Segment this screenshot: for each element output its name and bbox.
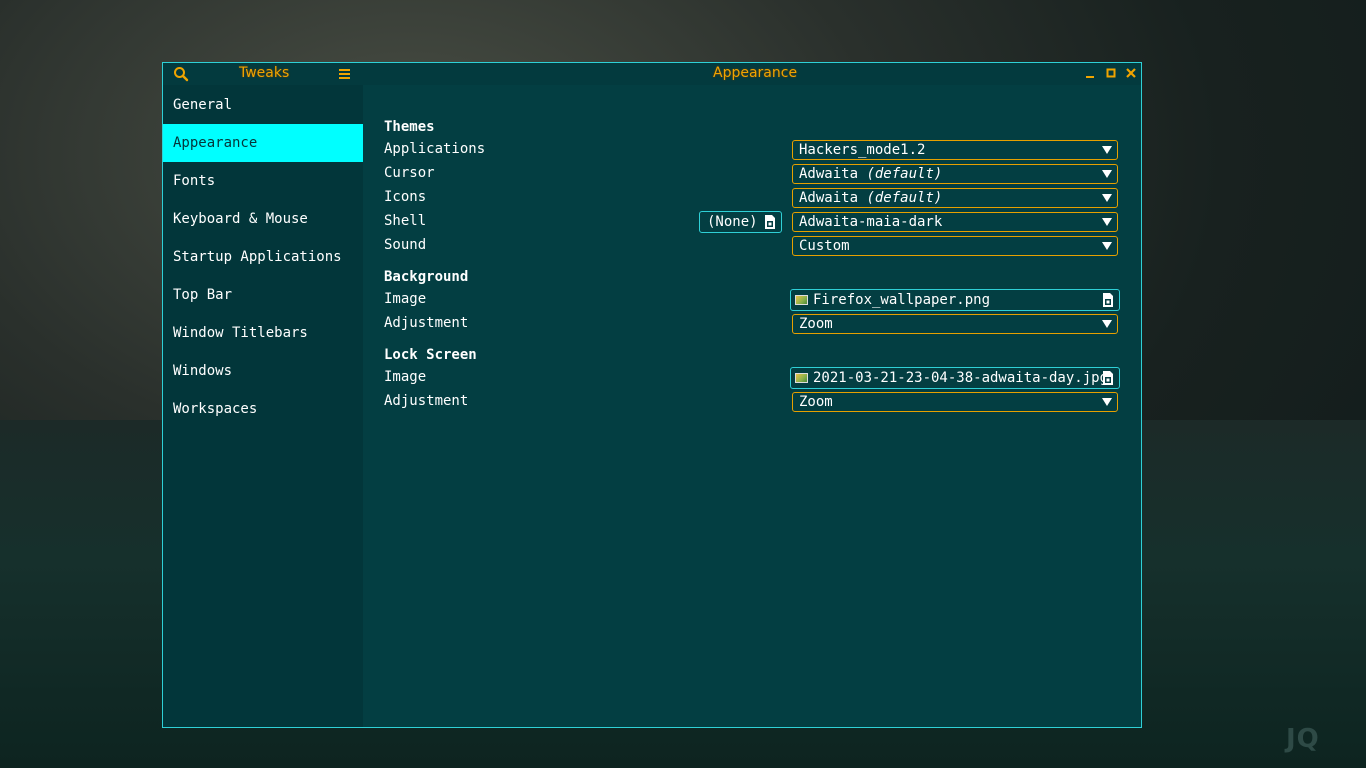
maximize-icon[interactable] — [1106, 68, 1116, 78]
minimize-icon[interactable] — [1085, 69, 1095, 79]
background-adjustment-value: Zoom — [799, 316, 833, 332]
document-open-icon — [1103, 371, 1113, 385]
chevron-down-icon — [1102, 170, 1112, 178]
label-lock-screen-image: Image — [384, 369, 427, 385]
shell-theme-dropdown[interactable]: Adwaita-maia-dark — [792, 212, 1118, 232]
sidebar-item-appearance[interactable]: Appearance — [163, 124, 363, 162]
sidebar-item-top-bar[interactable]: Top Bar — [163, 276, 363, 314]
image-thumbnail-icon — [795, 373, 808, 383]
sidebar-title: Tweaks — [239, 65, 290, 81]
document-open-icon — [765, 215, 775, 229]
sidebar-item-fonts[interactable]: Fonts — [163, 162, 363, 200]
label-lock-screen-adjustment: Adjustment — [384, 393, 469, 409]
cursor-theme-value: Adwaita — [799, 166, 859, 182]
label-icons: Icons — [384, 189, 427, 205]
sidebar-item-window-titlebars[interactable]: Window Titlebars — [163, 314, 363, 352]
label-applications: Applications — [384, 141, 486, 157]
cursor-theme-dropdown[interactable]: Adwaita (default) — [792, 164, 1118, 184]
label-background-adjustment: Adjustment — [384, 315, 469, 331]
background-adjustment-dropdown[interactable]: Zoom — [792, 314, 1118, 334]
shell-file-chooser-value: (None) — [707, 214, 758, 230]
shell-theme-value: Adwaita-maia-dark — [799, 214, 943, 230]
lock-screen-image-file-chooser[interactable]: 2021-03-21-23-04-38-adwaita-day.jpg — [790, 367, 1120, 389]
section-title-lock-screen: Lock Screen — [384, 347, 477, 363]
chevron-down-icon — [1102, 218, 1112, 226]
chevron-down-icon — [1102, 194, 1112, 202]
lock-screen-adjustment-dropdown[interactable]: Zoom — [792, 392, 1118, 412]
icons-theme-dropdown[interactable]: Adwaita (default) — [792, 188, 1118, 208]
main-header: Appearance — [363, 63, 1141, 85]
chevron-down-icon — [1102, 398, 1112, 406]
sidebar-header: Tweaks — [163, 63, 363, 85]
search-icon[interactable] — [173, 66, 189, 82]
section-title-background: Background — [384, 269, 469, 285]
sound-theme-dropdown[interactable]: Custom — [792, 236, 1118, 256]
label-shell: Shell — [384, 213, 427, 229]
lock-screen-adjustment-value: Zoom — [799, 394, 833, 410]
background-image-file-chooser[interactable]: Firefox_wallpaper.png — [790, 289, 1120, 311]
icons-theme-value: Adwaita — [799, 190, 859, 206]
chevron-down-icon — [1102, 242, 1112, 250]
wallpaper-watermark: JQ — [1286, 724, 1320, 754]
page-title: Appearance — [713, 65, 798, 81]
document-open-icon — [1103, 293, 1113, 307]
close-icon[interactable] — [1126, 68, 1136, 78]
applications-theme-dropdown[interactable]: Hackers_mode1.2 — [792, 140, 1118, 160]
tweaks-window: Tweaks General Appearance Fonts Keyboard… — [162, 62, 1142, 728]
chevron-down-icon — [1102, 146, 1112, 154]
sidebar-item-windows[interactable]: Windows — [163, 352, 363, 390]
image-thumbnail-icon — [795, 295, 808, 305]
background-image-value: Firefox_wallpaper.png — [813, 292, 991, 308]
icons-theme-default-tag: (default) — [866, 190, 943, 206]
cursor-theme-default-tag: (default) — [866, 166, 943, 182]
label-cursor: Cursor — [384, 165, 435, 181]
applications-theme-value: Hackers_mode1.2 — [799, 142, 926, 158]
sidebar-item-startup-applications[interactable]: Startup Applications — [163, 238, 363, 276]
shell-file-chooser-button[interactable]: (None) — [699, 211, 782, 233]
label-background-image: Image — [384, 291, 427, 307]
lock-screen-image-value: 2021-03-21-23-04-38-adwaita-day.jpg — [813, 370, 1109, 386]
sidebar-item-keyboard-mouse[interactable]: Keyboard & Mouse — [163, 200, 363, 238]
sidebar-list: General Appearance Fonts Keyboard & Mous… — [163, 86, 363, 428]
sidebar: Tweaks General Appearance Fonts Keyboard… — [163, 63, 363, 727]
sound-theme-value: Custom — [799, 238, 850, 254]
hamburger-menu-icon[interactable] — [339, 68, 351, 80]
label-sound: Sound — [384, 237, 427, 253]
sidebar-item-general[interactable]: General — [163, 86, 363, 124]
chevron-down-icon — [1102, 320, 1112, 328]
sidebar-item-workspaces[interactable]: Workspaces — [163, 390, 363, 428]
section-title-themes: Themes — [384, 119, 435, 135]
